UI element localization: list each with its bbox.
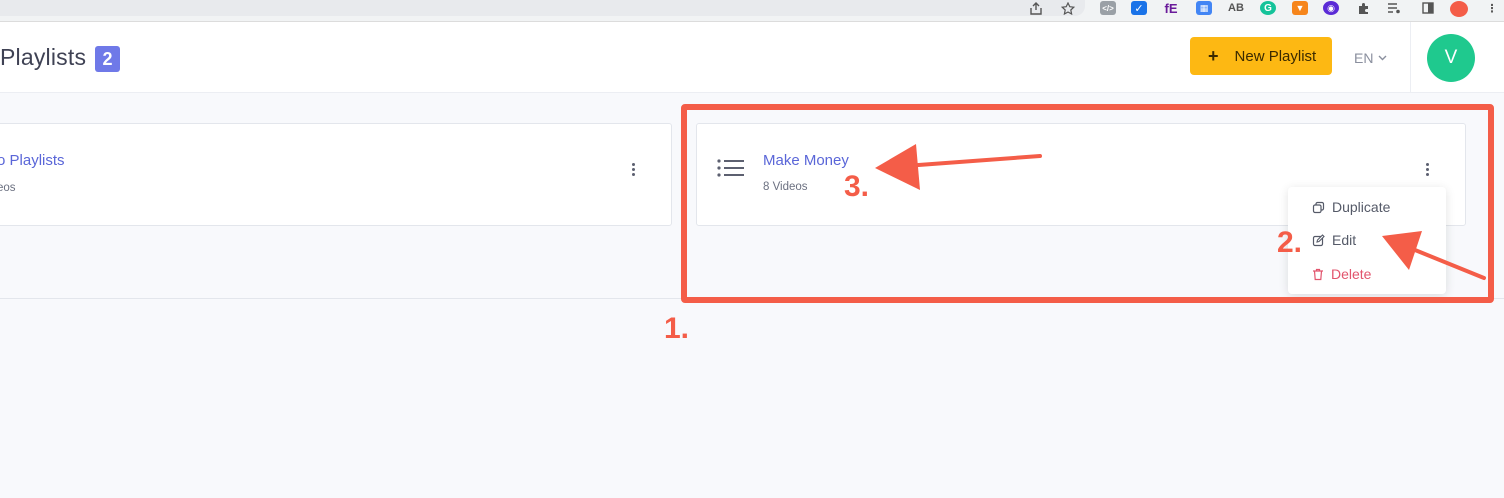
annotation-arrows bbox=[875, 144, 1486, 280]
annotation-arrow-2 bbox=[1382, 231, 1486, 280]
annotation-arrow-3 bbox=[875, 144, 1042, 190]
